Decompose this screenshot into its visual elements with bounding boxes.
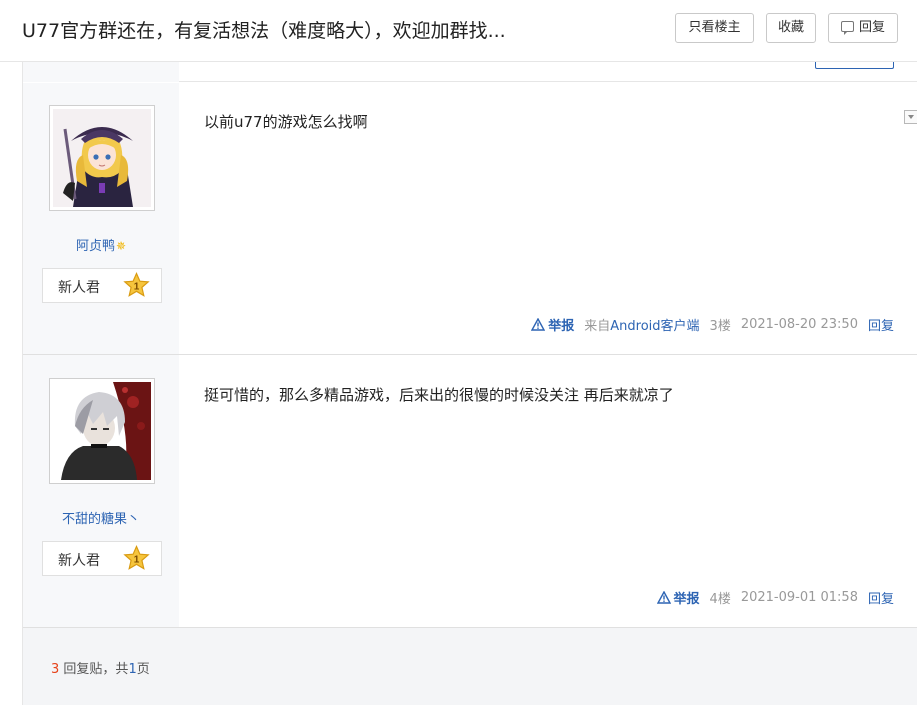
post-content: 以前u77的游戏怎么找啊 [204,113,368,131]
warning-icon [531,318,546,331]
previous-post-remnant [23,62,917,82]
comment-icon [840,21,854,35]
level-name: 新人君 [58,280,100,296]
level-star-icon: 1 [123,545,150,570]
client-source: 来自Android客户端 [584,315,699,334]
vip-badge-icon: ✵ [115,239,127,253]
username-link[interactable]: 阿贞鸭✵ [23,235,179,254]
report-label: 举报 [548,319,575,334]
reply-button[interactable]: 回复 [828,13,898,43]
level-name: 新人君 [58,553,100,569]
avatar[interactable] [49,378,155,484]
thread-page: 阿贞鸭✵ 新人君 1 以前u77的游戏怎么找啊 举报 来自Android客户端 … [22,62,917,705]
thread-header: U77官方群还在，有复活想法（难度略大），欢迎加群找... 只看楼主 收藏 回复 [0,0,917,62]
page-label: 页 [136,662,150,677]
username-link[interactable]: 不甜的糖果丶 [23,508,179,527]
page-count: 1 [128,662,137,677]
client-link[interactable]: Android客户端 [610,319,699,334]
pager-info: 3 回复贴，共1页 [51,658,150,677]
post-time: 2021-09-01 01:58 [740,590,858,605]
floor-number: 3楼 [709,319,731,334]
thread-title: U77官方群还在，有复活想法（难度略大），欢迎加群找... [22,20,506,42]
post-content: 挺可惜的，那么多精品游戏，后来出的很慢的时候没关注 再后来就凉了 [204,386,674,404]
client-prefix: 来自 [584,319,611,334]
level-number: 1 [134,555,140,566]
report-link[interactable]: 举报 [531,315,574,334]
reply-count: 3 [51,662,60,677]
previous-post-button-edge [815,62,894,69]
report-link[interactable]: 举报 [656,588,700,607]
post-time: 2021-08-20 23:50 [740,317,858,332]
author-column: 阿贞鸭✵ 新人君 1 [23,83,179,354]
reply-label: 回复贴，共 [63,662,129,677]
only-op-button[interactable]: 只看楼主 [675,13,754,43]
post-tail: 举报 4楼 2021-09-01 01:58 回复 [656,588,894,607]
report-label: 举报 [673,592,700,607]
post-reply-link[interactable]: 回复 [868,315,894,334]
previous-author-column [23,62,179,82]
user-level-badge[interactable]: 新人君 1 [42,541,162,576]
post-floor-3: 阿贞鸭✵ 新人君 1 以前u77的游戏怎么找啊 举报 来自Android客户端 … [23,83,917,355]
reply-button-label: 回复 [858,20,885,35]
floor-number: 4楼 [709,592,731,607]
post-floor-4: 不甜的糖果丶 新人君 1 挺可惜的，那么多精品游戏，后来出的很慢的时候没关注 再… [23,355,917,628]
avatar[interactable] [49,105,155,211]
favorite-button[interactable]: 收藏 [766,13,816,43]
level-number: 1 [134,282,140,293]
level-star-icon: 1 [123,272,150,297]
username-text: 阿贞鸭 [75,239,115,254]
avatar-image [53,382,151,480]
thread-footer: 3 回复贴，共1页 [23,628,917,705]
post-menu-dropdown[interactable] [904,110,917,124]
post-tail: 举报 来自Android客户端 3楼 2021-08-20 23:50 回复 [531,315,894,334]
user-level-badge[interactable]: 新人君 1 [42,268,162,303]
warning-icon [656,591,671,604]
author-column: 不甜的糖果丶 新人君 1 [23,355,179,627]
post-reply-link[interactable]: 回复 [868,588,894,607]
avatar-image [53,109,151,207]
